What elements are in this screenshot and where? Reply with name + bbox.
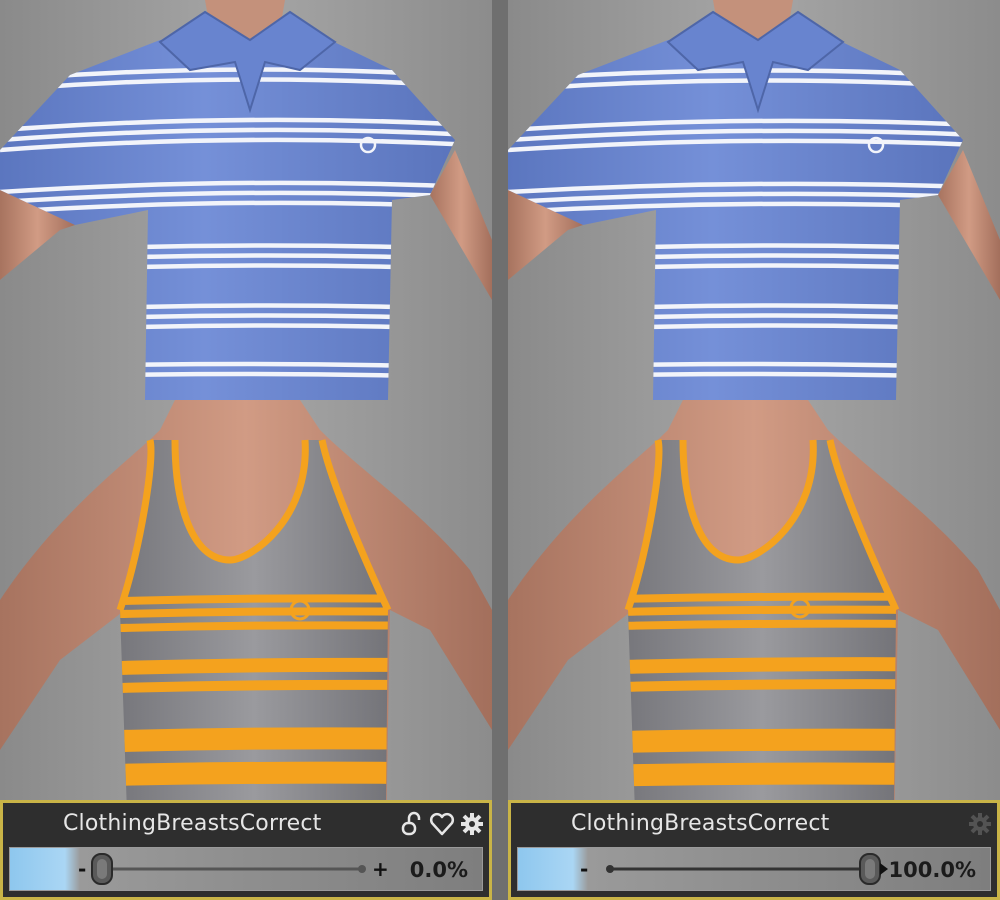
slider-value[interactable]: 0.0% bbox=[410, 858, 468, 882]
slider-thumb[interactable] bbox=[859, 853, 881, 885]
morph-slider-left: ClothingBreastsCorrect - + 0.0% bbox=[0, 800, 492, 900]
slider-header: ClothingBreastsCorrect bbox=[511, 803, 997, 847]
slider-value[interactable]: 100.0% bbox=[889, 858, 976, 882]
gear-icon[interactable] bbox=[459, 811, 485, 837]
lock-icon[interactable] bbox=[399, 811, 425, 837]
favorite-heart-icon[interactable] bbox=[429, 811, 455, 837]
slider-header: ClothingBreastsCorrect bbox=[3, 803, 489, 847]
morph-slider-right: ClothingBreastsCorrect - 100.0% bbox=[508, 800, 1000, 900]
slider-label: ClothingBreastsCorrect bbox=[571, 811, 830, 836]
render-polo-shirt-left bbox=[0, 0, 492, 400]
decrement-minus-icon[interactable]: - bbox=[78, 857, 86, 881]
gear-icon[interactable] bbox=[967, 811, 993, 837]
slider-track[interactable]: - 100.0% bbox=[517, 847, 991, 891]
slider-track[interactable]: - + 0.0% bbox=[9, 847, 483, 891]
decrement-minus-icon[interactable]: - bbox=[580, 857, 588, 881]
slider-label: ClothingBreastsCorrect bbox=[63, 811, 322, 836]
slider-thumb[interactable] bbox=[91, 853, 113, 885]
increment-arrow-icon[interactable] bbox=[880, 863, 888, 875]
increment-plus-icon[interactable]: + bbox=[372, 857, 389, 881]
render-polo-shirt-right bbox=[508, 0, 1000, 400]
